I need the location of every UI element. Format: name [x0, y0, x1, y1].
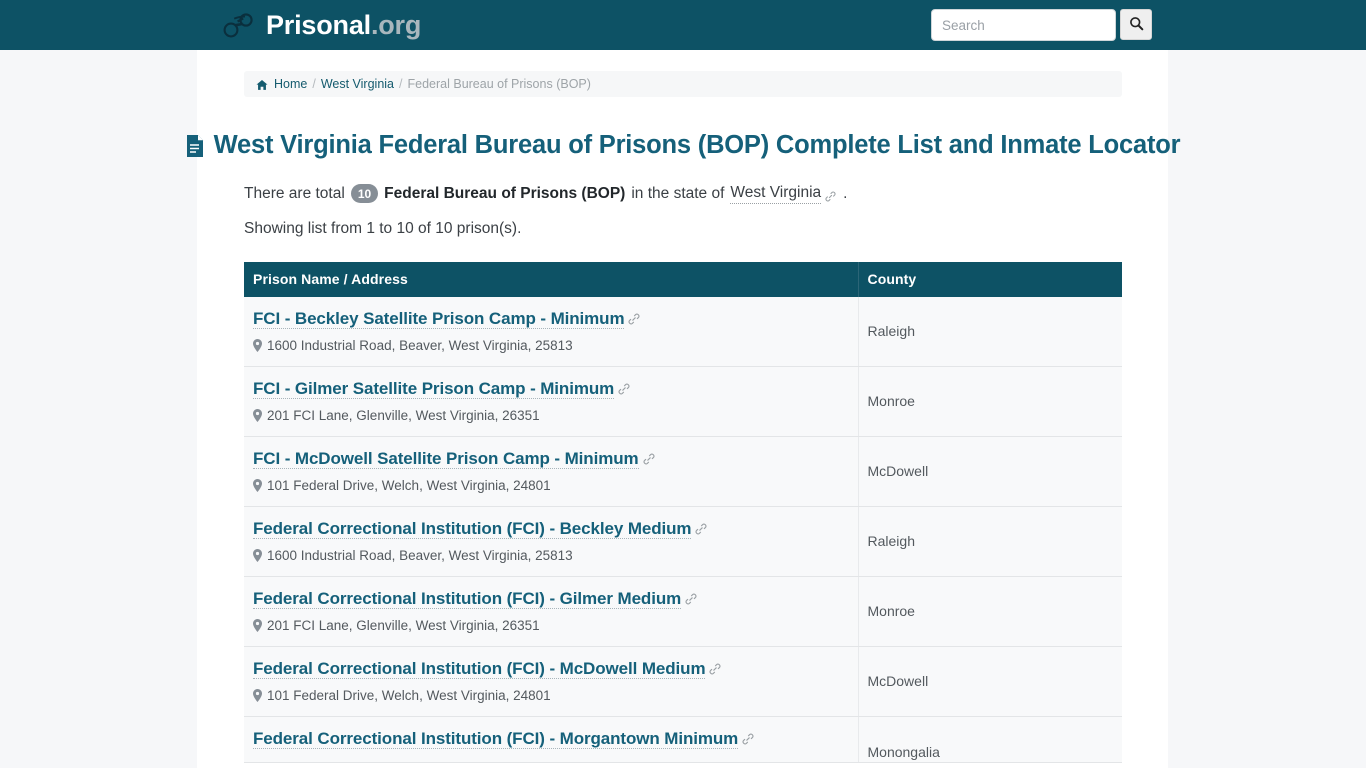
- intro-state-link[interactable]: West Virginia: [730, 184, 822, 204]
- map-pin-icon: [253, 338, 262, 352]
- brand-logo-link[interactable]: Prisonal.org: [222, 0, 421, 50]
- home-icon: [256, 79, 268, 91]
- site-header: Prisonal.org: [0, 0, 1366, 50]
- search-button[interactable]: [1120, 9, 1152, 40]
- prison-name-link[interactable]: FCI - Beckley Satellite Prison Camp - Mi…: [253, 308, 625, 329]
- breadcrumb-separator-2: /: [399, 77, 403, 91]
- page-title-text: West Virginia Federal Bureau of Prisons …: [213, 131, 1181, 159]
- prison-name-link[interactable]: FCI - McDowell Satellite Prison Camp - M…: [253, 448, 639, 469]
- table-row: FCI - Beckley Satellite Prison Camp - Mi…: [244, 296, 1122, 367]
- county-cell: Monongalia: [858, 716, 1122, 763]
- document-icon: [185, 134, 205, 158]
- intro-suffix: .: [843, 184, 848, 202]
- table-row: FCI - Gilmer Satellite Prison Camp - Min…: [244, 366, 1122, 437]
- showing-list-text: Showing list from 1 to 10 of 10 prison(s…: [244, 219, 522, 237]
- count-badge: 10: [350, 184, 379, 204]
- prison-cell: Federal Correctional Institution (FCI) -…: [244, 646, 859, 717]
- address-text: 1600 Industrial Road, Beaver, West Virgi…: [267, 337, 573, 353]
- map-pin-icon: [253, 618, 262, 632]
- prison-cell: FCI - Gilmer Satellite Prison Camp - Min…: [244, 366, 859, 437]
- link-icon: [709, 662, 721, 674]
- address-text: 1600 Industrial Road, Beaver, West Virgi…: [267, 547, 573, 563]
- column-header-prison-name: Prison Name / Address: [244, 261, 859, 297]
- table-row: Federal Correctional Institution (FCI) -…: [244, 506, 1122, 577]
- table-row: Federal Correctional Institution (FCI) -…: [244, 576, 1122, 647]
- handcuffs-icon: [222, 11, 256, 39]
- link-icon: [628, 312, 640, 324]
- brand-name: Prisonal: [266, 9, 371, 40]
- prison-address: 1600 Industrial Road, Beaver, West Virgi…: [253, 338, 849, 353]
- address-text: 201 FCI Lane, Glenville, West Virginia, …: [267, 407, 540, 423]
- link-icon: [825, 189, 837, 202]
- link-icon: [685, 592, 697, 604]
- address-text: 201 FCI Lane, Glenville, West Virginia, …: [267, 617, 540, 633]
- prison-cell: FCI - McDowell Satellite Prison Camp - M…: [244, 436, 859, 507]
- prison-name-link[interactable]: Federal Correctional Institution (FCI) -…: [253, 658, 706, 679]
- prison-address: 201 FCI Lane, Glenville, West Virginia, …: [253, 618, 849, 633]
- link-icon: [742, 732, 754, 744]
- breadcrumb: Home / West Virginia / Federal Bureau of…: [244, 71, 1122, 97]
- page-title: West Virginia Federal Bureau of Prisons …: [186, 131, 1181, 160]
- prison-address: 101 Federal Drive, Welch, West Virginia,…: [253, 478, 849, 493]
- search-form: [931, 9, 1152, 41]
- county-cell: Raleigh: [858, 296, 1122, 367]
- link-icon: [618, 382, 630, 394]
- table-body: FCI - Beckley Satellite Prison Camp - Mi…: [244, 296, 1122, 763]
- county-cell: McDowell: [858, 436, 1122, 507]
- prison-cell: Federal Correctional Institution (FCI) -…: [244, 506, 859, 577]
- prison-cell: Federal Correctional Institution (FCI) -…: [244, 576, 859, 647]
- prison-cell: Federal Correctional Institution (FCI) -…: [244, 716, 859, 763]
- breadcrumb-state-link[interactable]: West Virginia: [321, 77, 394, 91]
- link-icon: [695, 522, 707, 534]
- brand-tld: .org: [370, 9, 422, 40]
- breadcrumb-current: Federal Bureau of Prisons (BOP): [407, 77, 591, 91]
- prison-name-link[interactable]: Federal Correctional Institution (FCI) -…: [253, 518, 692, 539]
- prison-cell: FCI - Beckley Satellite Prison Camp - Mi…: [244, 296, 859, 367]
- search-icon: [1129, 16, 1144, 34]
- prison-table: Prison Name / Address County FCI - Beckl…: [244, 261, 1122, 763]
- table-row: Federal Correctional Institution (FCI) -…: [244, 646, 1122, 717]
- brand-text: Prisonal.org: [266, 9, 422, 40]
- county-cell: Raleigh: [858, 506, 1122, 577]
- map-pin-icon: [253, 408, 262, 422]
- map-pin-icon: [253, 688, 262, 702]
- prison-address: 101 Federal Drive, Welch, West Virginia,…: [253, 688, 849, 703]
- prison-name-link[interactable]: Federal Correctional Institution (FCI) -…: [253, 728, 738, 749]
- intro-prefix: There are total: [244, 184, 345, 202]
- intro-line: There are total 10 Federal Bureau of Pri…: [244, 184, 1168, 204]
- intro-category: Federal Bureau of Prisons (BOP): [384, 184, 626, 202]
- intro-middle: in the state of: [631, 184, 725, 202]
- column-header-county: County: [858, 261, 1122, 297]
- map-pin-icon: [253, 548, 262, 562]
- table-header-row: Prison Name / Address County: [244, 261, 1122, 297]
- county-cell: Monroe: [858, 366, 1122, 437]
- table-row: FCI - McDowell Satellite Prison Camp - M…: [244, 436, 1122, 507]
- table-head: Prison Name / Address County: [244, 261, 1122, 297]
- prison-address: 1600 Industrial Road, Beaver, West Virgi…: [253, 548, 849, 563]
- table-row: Federal Correctional Institution (FCI) -…: [244, 716, 1122, 763]
- link-icon: [643, 452, 655, 464]
- prison-address: 201 FCI Lane, Glenville, West Virginia, …: [253, 408, 849, 423]
- prison-name-link[interactable]: FCI - Gilmer Satellite Prison Camp - Min…: [253, 378, 614, 399]
- prison-name-link[interactable]: Federal Correctional Institution (FCI) -…: [253, 588, 681, 609]
- county-cell: McDowell: [858, 646, 1122, 717]
- page-container: Home / West Virginia / Federal Bureau of…: [186, 50, 1181, 768]
- map-pin-icon: [253, 478, 262, 492]
- address-text: 101 Federal Drive, Welch, West Virginia,…: [267, 477, 551, 493]
- county-cell: Monroe: [858, 576, 1122, 647]
- address-text: 101 Federal Drive, Welch, West Virginia,…: [267, 687, 551, 703]
- breadcrumb-home-link[interactable]: Home: [274, 77, 307, 91]
- breadcrumb-separator-1: /: [312, 77, 316, 91]
- search-input[interactable]: [931, 9, 1116, 41]
